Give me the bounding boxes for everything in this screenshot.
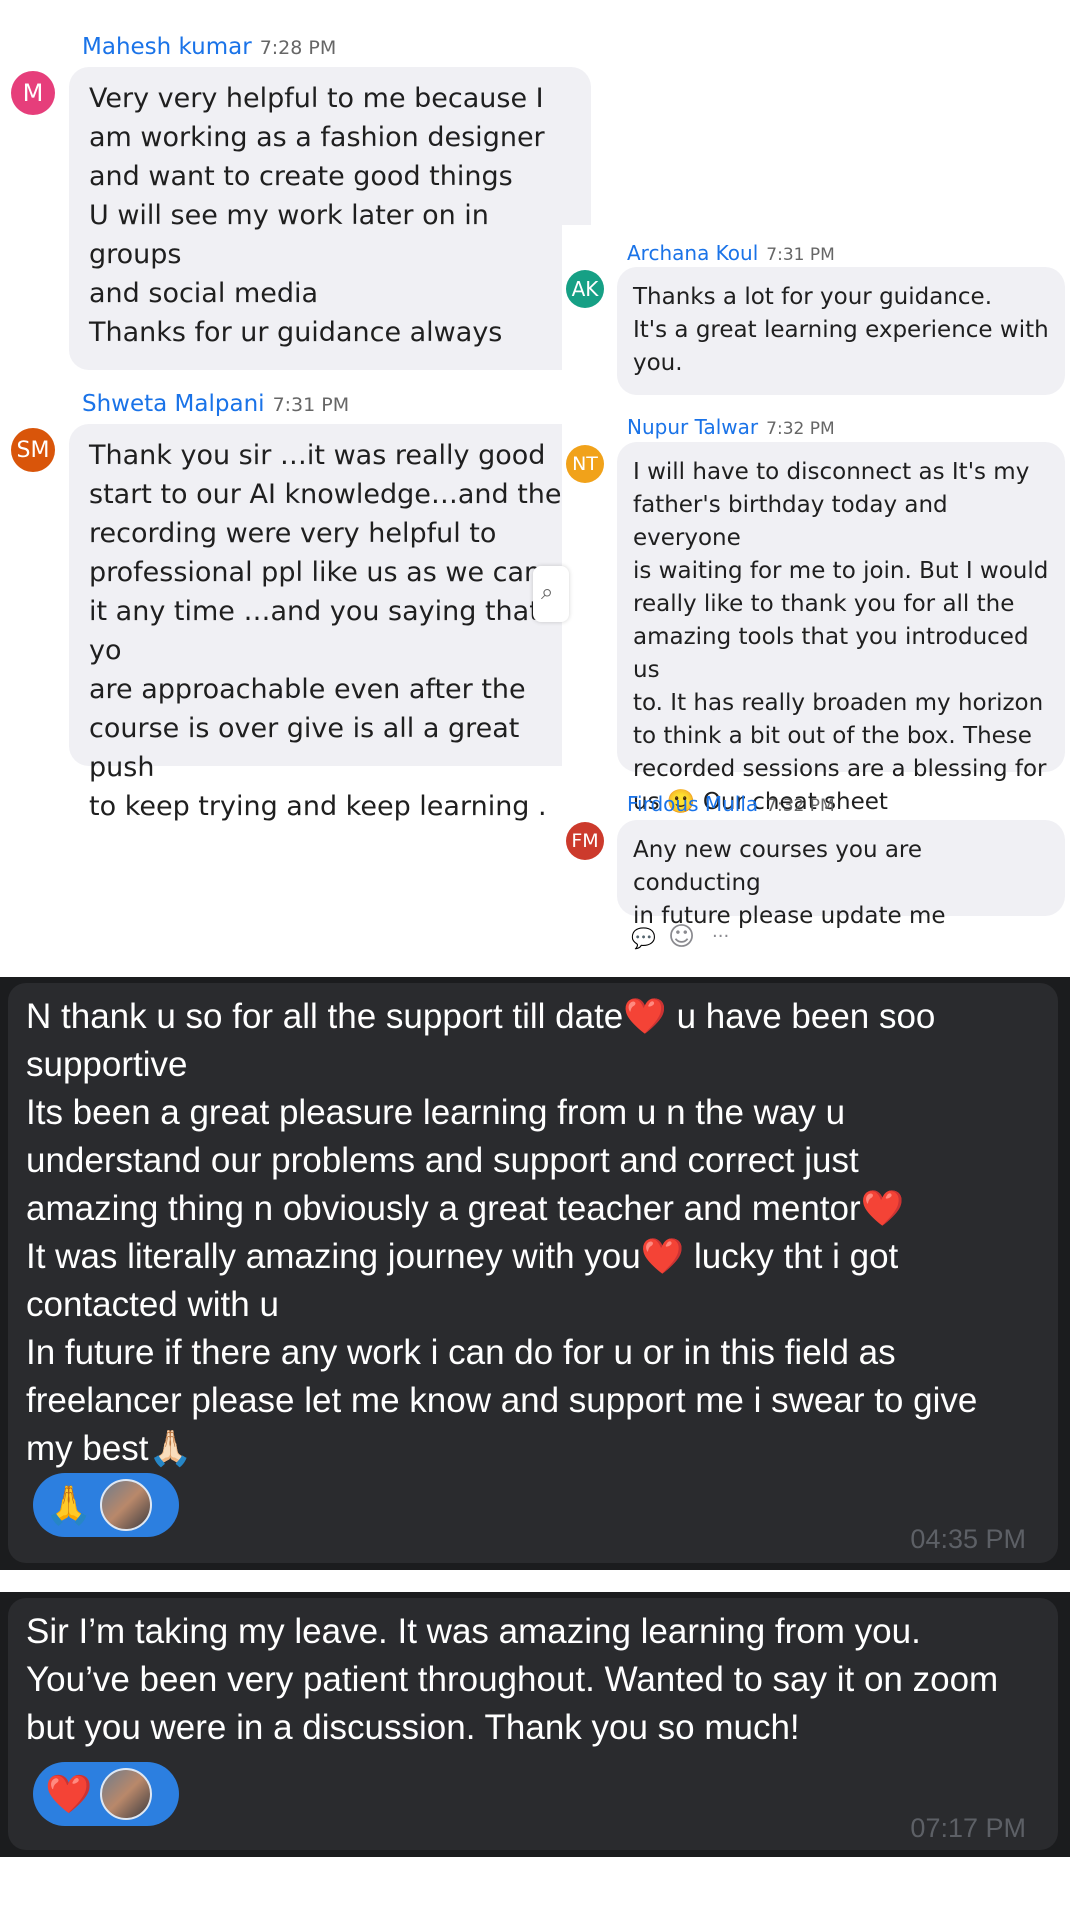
pray-emoji-icon: 🙏 (45, 1483, 93, 1527)
message-text: N thank u so for all the support till da… (26, 997, 978, 1468)
chat-message[interactable]: Any new courses you are conducting in fu… (617, 820, 1065, 929)
chat-message[interactable]: Thank you sir …it was really good start … (69, 424, 591, 822)
avatar[interactable]: NT (566, 445, 604, 483)
message-header: Mahesh kumar 7:28 PM (82, 34, 336, 60)
sender-name[interactable]: Nupur Talwar (627, 415, 758, 439)
sender-name[interactable]: Archana Koul (627, 241, 758, 265)
message-time: 7:32 PM (766, 796, 835, 816)
message-text: Sir I’m taking my leave. It was amazing … (26, 1612, 999, 1747)
avatar (100, 1479, 153, 1531)
sender-name[interactable]: Firdous Mulla (627, 792, 758, 816)
chat-message[interactable]: N thank u so for all the support till da… (8, 983, 1058, 1563)
avatar[interactable]: FM (566, 822, 604, 860)
reaction-pill[interactable]: ❤️ (33, 1762, 179, 1826)
dark-chat-panel: Sir I’m taking my leave. It was amazing … (0, 1592, 1070, 1857)
add-reaction-icon[interactable]: ☺ (668, 922, 695, 952)
message-time: 7:31 PM (766, 245, 835, 265)
avatar[interactable]: SM (11, 428, 55, 472)
message-time: 7:32 PM (766, 419, 835, 439)
chat-message[interactable]: Very very helpful to me because I am wor… (69, 67, 591, 370)
message-time: 04:35 PM (910, 1524, 1026, 1554)
message-time: 7:28 PM (259, 37, 337, 59)
message-time: 7:31 PM (272, 394, 350, 416)
reaction-pill[interactable]: 🙏 (33, 1473, 179, 1537)
message-header: Firdous Mulla 7:32 PM (627, 792, 835, 816)
more-options-icon[interactable]: ··· (712, 926, 729, 947)
dark-chat-panel: N thank u so for all the support till da… (0, 977, 1070, 1570)
avatar (100, 1768, 153, 1820)
chat-message[interactable]: Sir I’m taking my leave. It was amazing … (8, 1598, 1058, 1850)
reply-icon: ⌕ (541, 580, 554, 605)
reply-button[interactable]: ⌕ (533, 566, 569, 622)
avatar[interactable]: M (11, 71, 55, 115)
avatar[interactable]: AK (566, 270, 604, 308)
chat-message[interactable]: I will have to disconnect as It's my fat… (617, 442, 1065, 815)
chat-message[interactable]: Thanks a lot for your guidance. It's a g… (617, 267, 1065, 395)
message-header: Archana Koul 7:31 PM (627, 241, 835, 265)
message-time: 07:17 PM (910, 1813, 1026, 1843)
heart-emoji-icon: ❤️ (45, 1772, 93, 1816)
sender-name[interactable]: Shweta Malpani (82, 391, 265, 417)
sender-name[interactable]: Mahesh kumar (82, 34, 252, 60)
message-header: Nupur Talwar 7:32 PM (627, 415, 835, 439)
message-header: Shweta Malpani 7:31 PM (82, 391, 349, 417)
reply-thread-icon[interactable]: 💬 (631, 926, 656, 950)
